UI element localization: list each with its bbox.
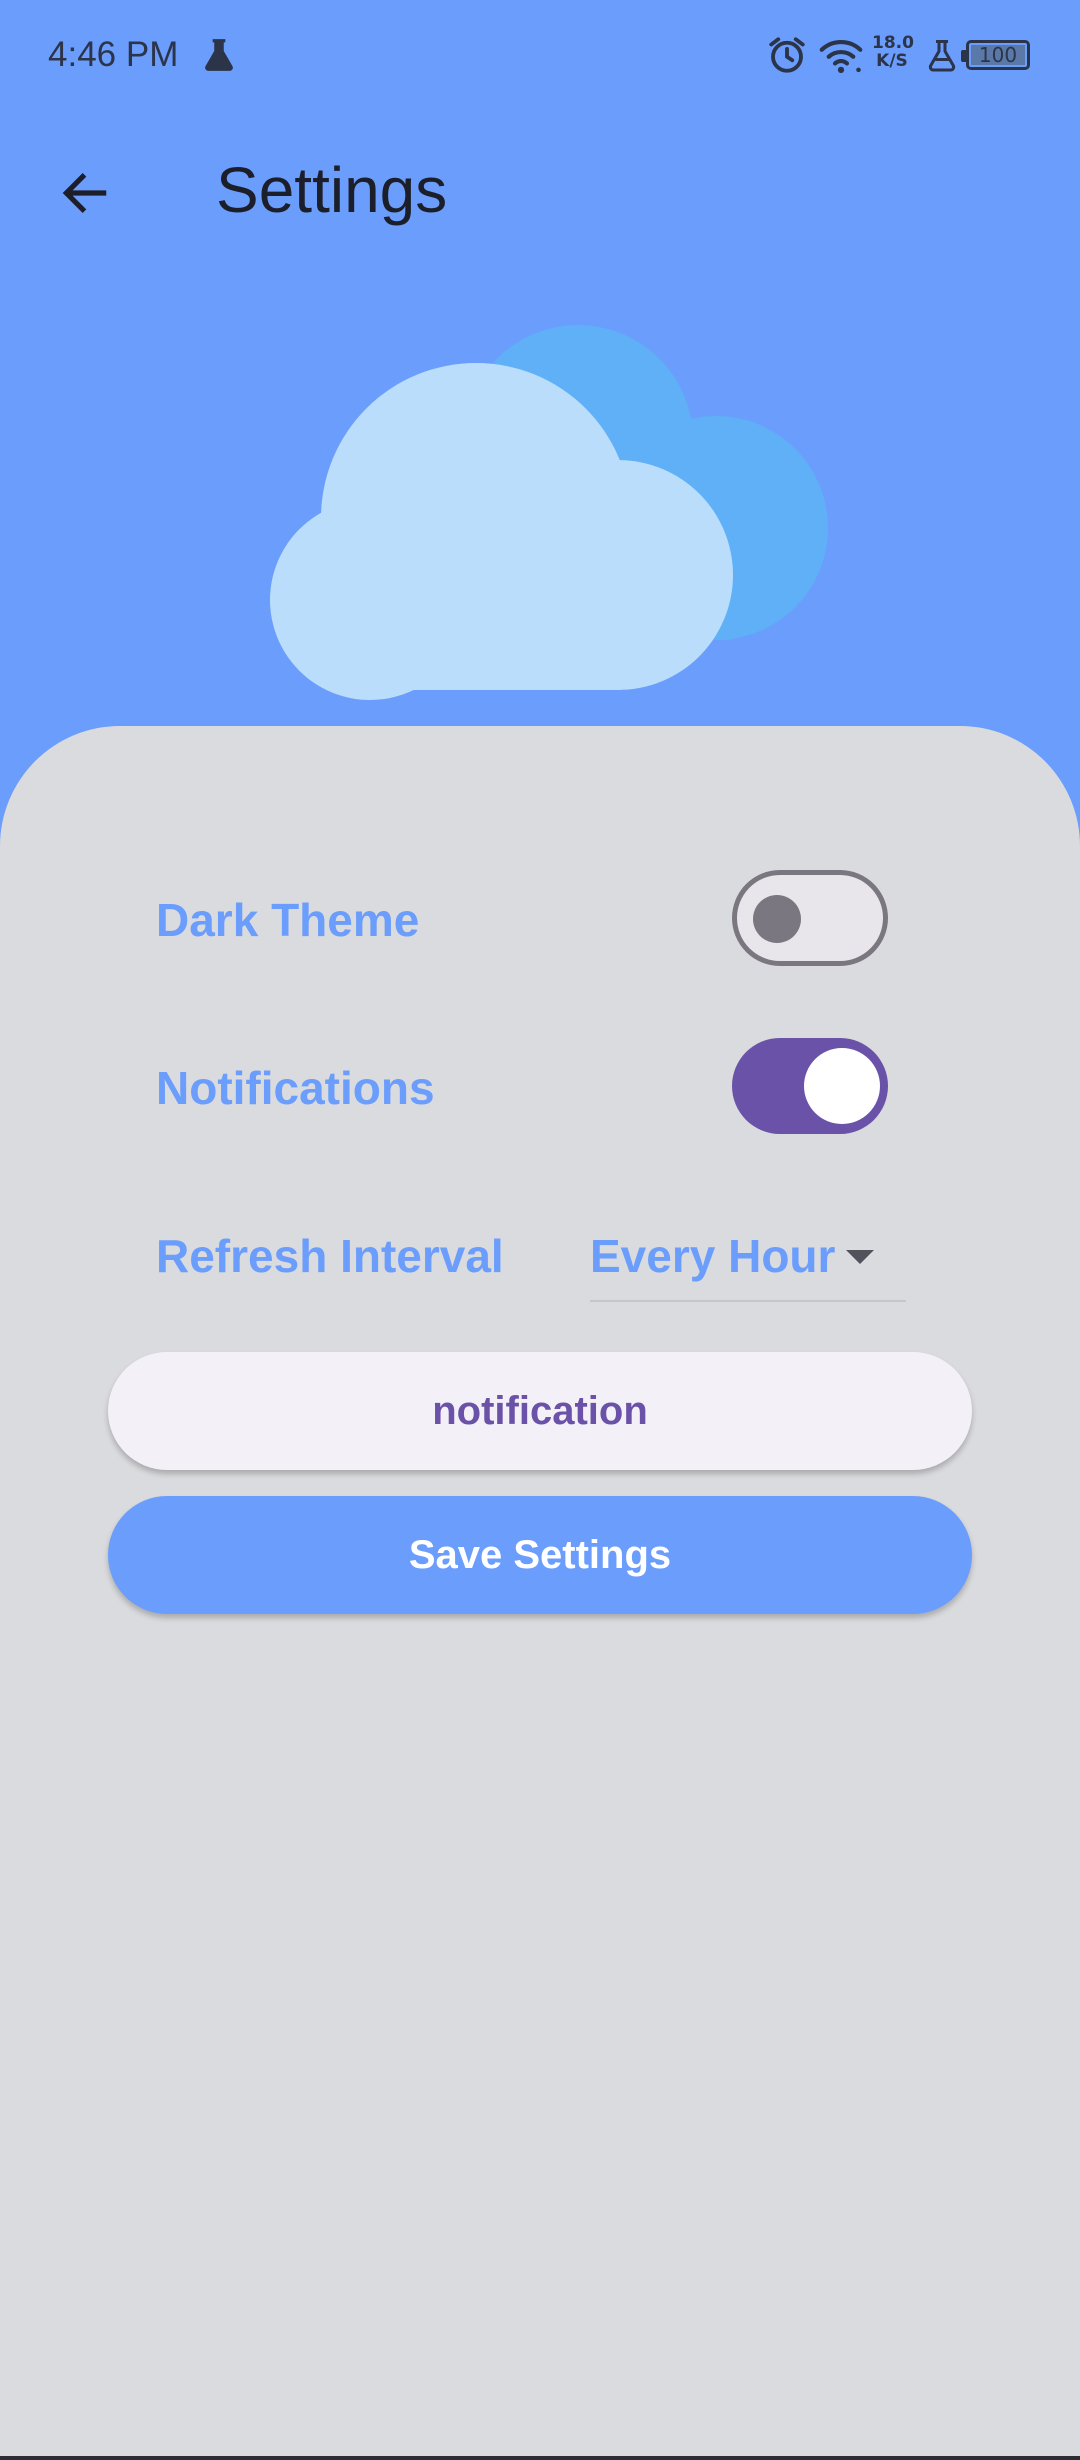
back-button[interactable]: [40, 158, 130, 228]
dark-theme-label: Dark Theme: [156, 894, 420, 946]
flask-icon: [205, 39, 233, 71]
switch-knob: [753, 895, 801, 943]
refresh-interval-row: Refresh Interval Every Hour: [156, 1202, 916, 1302]
status-time: 4:46 PM: [48, 35, 179, 74]
cloud-icon: [270, 325, 828, 700]
notifications-row: Notifications: [156, 1034, 916, 1134]
app-bar: Settings: [0, 130, 1080, 250]
page-title: Settings: [216, 154, 448, 226]
notifications-switch[interactable]: [732, 1038, 888, 1134]
wifi-icon: [819, 39, 863, 74]
battery-icon: 100: [961, 40, 1030, 70]
status-bar: 4:46 PM 18.0 K/S 100: [0, 0, 1080, 110]
arrow-left-icon: [62, 173, 107, 213]
network-speed-unit: K/S: [876, 51, 908, 71]
switch-knob: [804, 1048, 880, 1124]
alarm-icon: [769, 37, 805, 73]
refresh-interval-value: Every Hour: [590, 1230, 836, 1282]
refresh-interval-dropdown[interactable]: Every Hour: [590, 1208, 906, 1302]
network-speed-value: 18.0: [872, 33, 914, 53]
notification-button[interactable]: notification: [108, 1352, 972, 1470]
dark-theme-switch[interactable]: [732, 870, 888, 966]
caret-down-icon: [846, 1250, 874, 1264]
home-indicator: [0, 2456, 1080, 2460]
network-speed: 18.0 K/S: [872, 33, 914, 71]
refresh-interval-label: Refresh Interval: [156, 1230, 504, 1282]
battery-level: 100: [978, 43, 1018, 67]
dark-theme-row: Dark Theme: [156, 866, 916, 966]
save-settings-button[interactable]: Save Settings: [108, 1496, 972, 1614]
flask-icon: [928, 40, 956, 72]
notifications-label: Notifications: [156, 1062, 435, 1114]
